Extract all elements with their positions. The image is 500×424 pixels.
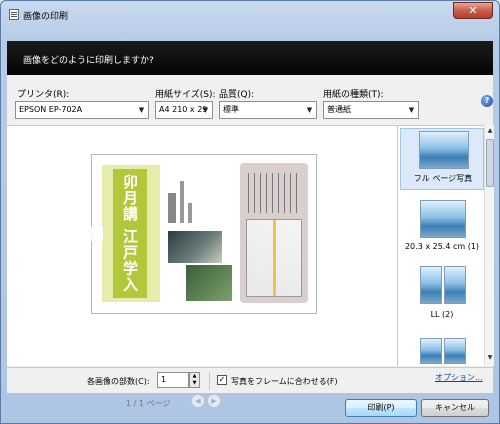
scroll-down-icon[interactable]: ▼ (485, 354, 495, 364)
quality-label: 品質(Q): (219, 90, 255, 100)
chevron-down-icon: ▼ (138, 106, 145, 114)
paper-type-value: 普通紙 (327, 105, 351, 114)
fit-to-frame-checkbox[interactable]: ✓ (217, 375, 227, 385)
layout-thumbnail (419, 131, 469, 169)
flyer-title-panel: 卯月講 江戸学入門 (87, 165, 160, 302)
layout-thumbnail (444, 266, 466, 304)
layout-label: LL (2) (430, 310, 454, 319)
layout-thumbnail (420, 338, 442, 364)
flyer-map (246, 219, 302, 297)
bottom-options-bar: 各画像の部数(C): 1 ▲ ▼ ✓ 写真をフレームに合わせる(F) オプション.… (7, 367, 493, 393)
layout-item-4[interactable] (400, 338, 484, 366)
title-bar: 画像の印刷 ✕ (1, 1, 499, 29)
layout-list: フル ページ写真 20.3 x 25.4 cm (1) LL (2) (397, 125, 493, 366)
layout-thumbnail (420, 200, 466, 238)
flyer-text-block (248, 173, 298, 213)
divider (209, 372, 210, 390)
scroll-thumb[interactable] (486, 139, 494, 187)
fit-to-frame-label: 写真をフレームに合わせる(F) (231, 377, 338, 386)
flyer-text-column (188, 203, 192, 223)
flyer-photo (168, 231, 222, 263)
layout-label: フル ページ写真 (413, 174, 473, 183)
paper-type-select[interactable]: 普通紙 ▼ (323, 101, 419, 119)
paper-size-select[interactable]: A4 210 x 29 ▼ (155, 101, 213, 119)
next-page-button[interactable]: ▶ (207, 394, 221, 408)
print-preview-area: 卯月講 江戸学入門 1 / 1 ページ ◀ ▶ (7, 125, 397, 408)
flyer-text-column (180, 181, 184, 223)
flyer-text-column (168, 193, 176, 223)
layout-thumbnail (420, 266, 442, 304)
printer-label: プリンタ(R): (17, 90, 70, 100)
paper-size-label: 用紙サイズ(S): (155, 90, 216, 100)
close-button[interactable]: ✕ (453, 2, 493, 19)
flyer-photo (186, 265, 232, 301)
layout-label: 20.3 x 25.4 cm (1) (404, 242, 480, 251)
layout-scrollbar[interactable]: ▲ ▼ (484, 125, 494, 366)
quality-select[interactable]: 標準 ▼ (219, 101, 317, 119)
scroll-up-icon[interactable]: ▲ (485, 127, 495, 137)
layout-item-20x25[interactable]: 20.3 x 25.4 cm (1) (400, 200, 484, 262)
chevron-down-icon: ▼ (202, 106, 209, 114)
layout-item-full-page[interactable]: フル ページ写真 (400, 128, 484, 190)
cancel-button[interactable]: キャンセル (421, 399, 489, 417)
layout-item-ll[interactable]: LL (2) (400, 266, 484, 328)
help-icon[interactable]: ? (481, 95, 493, 107)
copies-input[interactable]: 1 (157, 372, 189, 388)
header-banner: 画像をどのように印刷しますか? (7, 41, 493, 75)
chevron-down-icon: ▼ (306, 106, 313, 114)
flyer-info-panel (240, 163, 308, 303)
main-panel: プリンタ(R): EPSON EP-702A ▼ 用紙サイズ(S): A4 21… (7, 75, 494, 408)
previous-page-button[interactable]: ◀ (191, 394, 205, 408)
printer-document-icon (9, 9, 19, 20)
header-question: 画像をどのように印刷しますか? (23, 56, 154, 66)
print-pictures-dialog: 画像の印刷 ✕ 画像をどのように印刷しますか? プリンタ(R): EPSON E… (0, 0, 500, 424)
page-counter: 1 / 1 ページ (126, 399, 171, 408)
copies-label: 各画像の部数(C): (87, 377, 150, 386)
quality-value: 標準 (223, 105, 239, 114)
preview-page: 卯月講 江戸学入門 (87, 154, 317, 314)
printer-value: EPSON EP-702A (19, 105, 83, 114)
layout-thumbnail (444, 338, 466, 364)
flyer-title: 卯月講 江戸学入門 (87, 169, 147, 298)
printer-select[interactable]: EPSON EP-702A ▼ (15, 101, 149, 119)
window-title: 画像の印刷 (23, 12, 69, 22)
paper-type-label: 用紙の種類(T): (323, 90, 384, 100)
print-button[interactable]: 印刷(P) (345, 399, 417, 417)
chevron-down-icon: ▼ (408, 106, 415, 114)
copies-spinner[interactable]: ▲ ▼ (189, 372, 200, 388)
options-link[interactable]: オプション... (435, 372, 483, 383)
